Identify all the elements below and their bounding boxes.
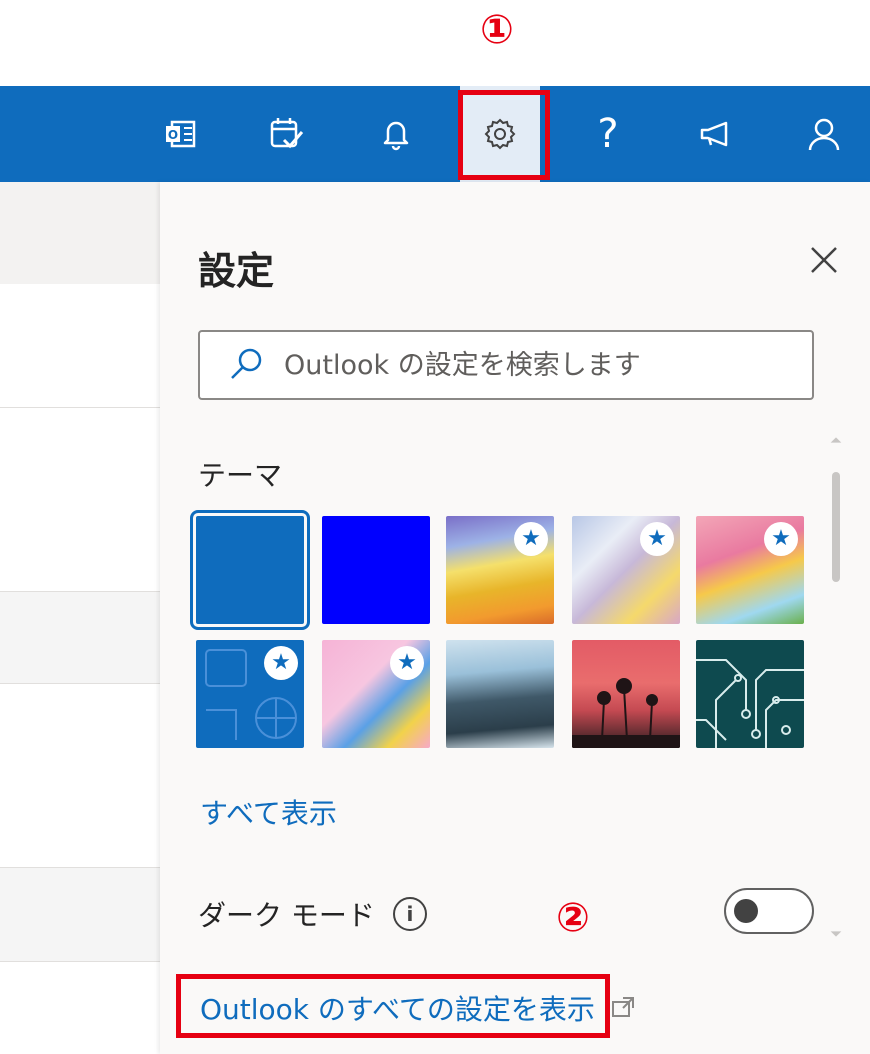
scrollbar-thumb[interactable]: [832, 472, 840, 582]
marker-1-text: ①: [480, 7, 514, 53]
highlight-box-all-settings: [176, 974, 610, 1038]
list-header-row: [0, 182, 160, 284]
theme-section-label: テーマ: [198, 459, 283, 492]
settings-panel: 設定 テーマ ★ ★ ★: [160, 182, 870, 1054]
list-row[interactable]: [0, 868, 160, 962]
message-list-pane: [0, 182, 160, 1054]
help-button[interactable]: ?: [568, 86, 648, 182]
search-icon: [231, 348, 262, 379]
list-row[interactable]: [0, 962, 160, 1054]
list-row[interactable]: [0, 592, 160, 684]
megaphone-icon: [700, 121, 728, 147]
scroll-down-icon[interactable]: [828, 926, 844, 942]
office-button[interactable]: O: [142, 86, 222, 182]
scroll-up-icon[interactable]: [828, 432, 844, 448]
dark-mode-label: ダーク モード: [198, 899, 375, 932]
bell-icon: [383, 121, 409, 151]
premium-star-icon: ★: [640, 522, 674, 556]
help-icon: ?: [597, 111, 619, 157]
theme-thumbnail-ribbons[interactable]: ★: [572, 516, 680, 624]
feedback-button[interactable]: [676, 86, 756, 182]
premium-star-icon: ★: [390, 646, 424, 680]
theme-thumbnail-waves[interactable]: ★: [446, 516, 554, 624]
settings-search-box[interactable]: [198, 330, 814, 400]
theme-thumbnail-illustration[interactable]: ★: [696, 516, 804, 624]
dark-mode-toggle[interactable]: [724, 888, 814, 934]
outlook-window: ① O ? 設定 Outlook の設定を検索します テーマ ★ ★ ★ ★ ★…: [0, 0, 870, 1054]
theme-thumbnail-palms[interactable]: [572, 640, 680, 748]
highlight-box-settings: [458, 90, 550, 180]
see-all-themes-link[interactable]: すべて表示: [200, 792, 337, 832]
info-icon[interactable]: i: [392, 897, 427, 931]
toggle-knob: [734, 899, 758, 923]
svg-text:O: O: [168, 128, 178, 142]
top-bar: O ?: [0, 86, 870, 182]
premium-star-icon: ★: [764, 522, 798, 556]
palm-silhouette-icon: [572, 678, 680, 748]
settings-search-input[interactable]: [284, 349, 804, 381]
dark-mode-row: ダーク モード i: [198, 894, 427, 934]
theme-thumbnail-blue[interactable]: [190, 510, 310, 630]
theme-thumbnail-bright-blue[interactable]: [322, 516, 430, 624]
list-row[interactable]: [0, 684, 160, 868]
notifications-button[interactable]: [356, 86, 436, 182]
annotation-marker-1: ①: [480, 10, 514, 50]
list-row[interactable]: [0, 284, 160, 408]
person-icon: [808, 118, 840, 151]
theme-thumbnail-sports[interactable]: ★: [196, 640, 304, 748]
close-icon[interactable]: [806, 242, 842, 278]
account-button[interactable]: [784, 86, 864, 182]
theme-thumbnail-mountain[interactable]: [446, 640, 554, 748]
office-icon: O: [166, 120, 196, 148]
premium-star-icon: ★: [264, 646, 298, 680]
theme-thumbnail-toys[interactable]: ★: [322, 640, 430, 748]
theme-thumbnail-circuit[interactable]: [696, 640, 804, 748]
calendar-check-icon: [270, 118, 304, 149]
annotation-marker-2: ②: [556, 898, 590, 938]
popout-icon[interactable]: [609, 994, 637, 1022]
circuit-pattern-icon: [696, 659, 804, 748]
settings-scrollbar[interactable]: [824, 432, 848, 942]
settings-title: 設定: [198, 249, 275, 293]
my-day-button[interactable]: [246, 86, 326, 182]
list-row[interactable]: [0, 408, 160, 592]
marker-2-text: ②: [556, 895, 590, 941]
premium-star-icon: ★: [514, 522, 548, 556]
